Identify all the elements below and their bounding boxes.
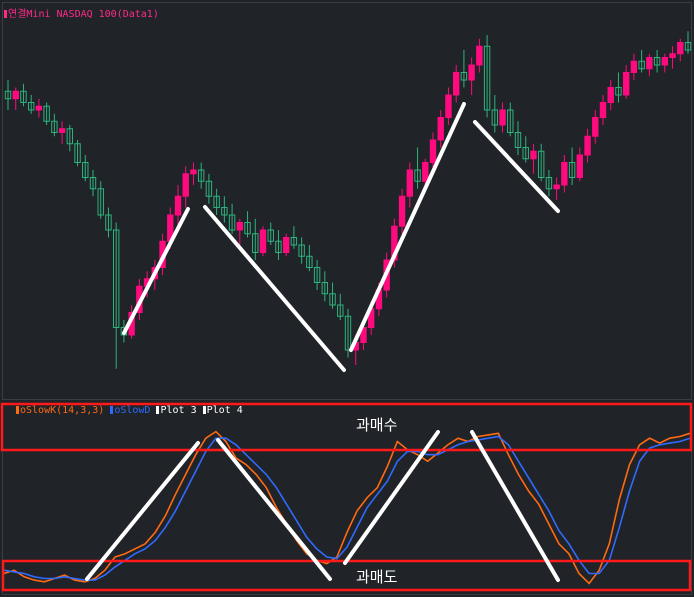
candle-up xyxy=(646,57,653,70)
candle-up xyxy=(35,105,43,111)
legend-item-plot4: Plot 4 xyxy=(202,405,243,416)
candle-up xyxy=(599,102,607,118)
stoch-trend-line xyxy=(216,438,332,581)
chart-window: 연결Mini NASDAQ 100(Data1) oSlowK(14,3,3) … xyxy=(0,0,694,597)
candle-up xyxy=(259,229,267,253)
candle-up xyxy=(445,94,452,118)
price-candles xyxy=(4,31,692,369)
candle-up xyxy=(437,117,444,141)
legend-swatch-slowk xyxy=(16,406,19,414)
stoch-trend-line xyxy=(85,441,200,581)
legend-label-plot4: Plot 4 xyxy=(206,405,243,416)
price-legend: 연결Mini NASDAQ 100(Data1) xyxy=(4,5,159,20)
legend-item-slowk: oSlowK(14,3,3) xyxy=(16,405,104,416)
candle-up xyxy=(576,154,584,178)
price-trend-line xyxy=(203,205,346,372)
legend-item-plot3: Plot 3 xyxy=(156,405,197,416)
candle-up xyxy=(406,169,414,197)
candle-up xyxy=(622,72,630,96)
stoch-legend: oSlowK(14,3,3) oSlowD Plot 3 Plot 4 xyxy=(16,405,243,416)
price-legend-label: 연결Mini NASDAQ 100(Data1) xyxy=(8,9,159,20)
legend-swatch-slowd xyxy=(110,406,114,414)
candle-up xyxy=(592,117,599,137)
price-trend-line xyxy=(122,207,190,335)
candle-up xyxy=(182,173,189,197)
candle-up xyxy=(561,162,568,186)
candle-up xyxy=(661,57,669,66)
candle-up xyxy=(236,222,244,231)
legend-item-slowd: oSlowD xyxy=(110,405,150,416)
price-trend-line xyxy=(349,102,466,352)
annotation-overlay xyxy=(0,102,693,592)
legend-label-plot3: Plot 3 xyxy=(160,405,197,416)
legend-label-slowk: oSlowK(14,3,3) xyxy=(20,405,105,416)
oversold-zone-box xyxy=(1,559,692,592)
candle-up xyxy=(468,64,475,81)
candle-up xyxy=(58,128,66,133)
candle-up xyxy=(190,169,197,175)
candle-up xyxy=(630,60,638,73)
price-legend-swatch xyxy=(4,10,7,18)
candle-up xyxy=(452,72,460,96)
price-trend-line xyxy=(473,120,560,213)
candle-up xyxy=(12,90,19,100)
candle-up xyxy=(669,53,676,58)
overbought-label: 과매수 xyxy=(356,416,398,434)
stoch-trend-line xyxy=(343,430,440,565)
candle-up xyxy=(584,135,591,156)
legend-label-slowd: oSlowD xyxy=(114,405,151,416)
candle-up xyxy=(476,45,483,66)
candle-up xyxy=(607,87,614,103)
candle-up xyxy=(282,237,290,253)
candle-up xyxy=(422,162,429,182)
candle-up xyxy=(530,150,537,160)
oversold-label: 과매도 xyxy=(356,568,398,586)
chart-canvas xyxy=(0,31,693,592)
candle-up xyxy=(398,195,406,227)
candle-up xyxy=(174,195,182,216)
candle-up xyxy=(677,42,684,55)
candle-up xyxy=(429,139,437,163)
legend-swatch-plot4 xyxy=(202,406,206,414)
candle-up xyxy=(553,184,560,190)
candle-up xyxy=(499,109,506,126)
